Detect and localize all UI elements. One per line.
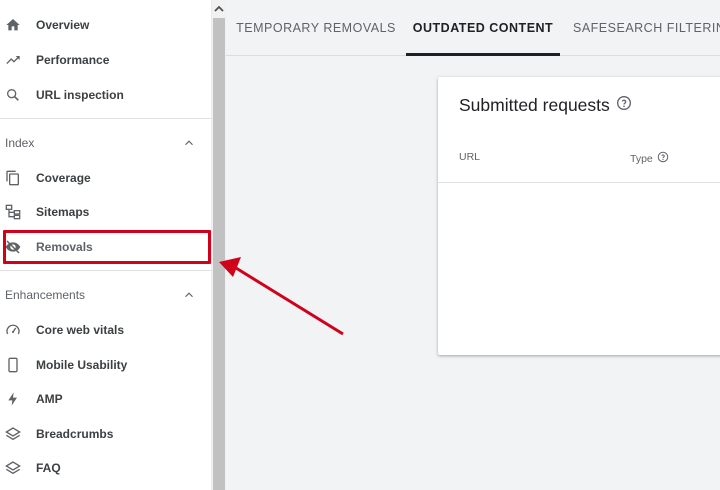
annotation-arrow (219, 257, 344, 336)
